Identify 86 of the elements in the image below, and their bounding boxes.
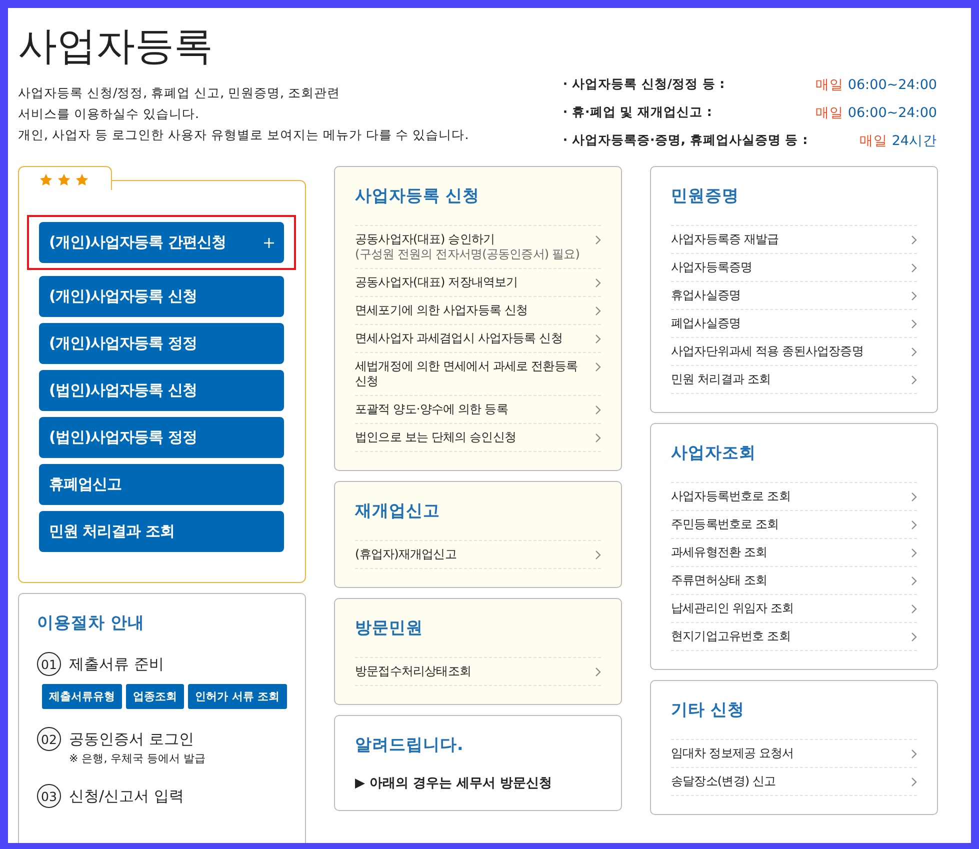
- step-number: 01: [37, 652, 61, 676]
- hours-value: 매일 24시간: [858, 132, 937, 150]
- step-number: 03: [37, 784, 61, 808]
- chevron-right-icon: [911, 777, 917, 787]
- card-title: 사업자등록 신청: [355, 185, 481, 207]
- menu-link[interactable]: 휴업사실증명: [671, 282, 917, 310]
- chevron-right-icon: [911, 492, 917, 502]
- menu-link[interactable]: 과세유형전환 조회: [671, 539, 917, 567]
- menu-link[interactable]: 송달장소(변경) 신고: [671, 768, 917, 796]
- description-text: 개인, 사업자 등 로그인한 사용자 유형별로 보여지는 메뉴가 다를 수 있습니다.: [18, 126, 469, 144]
- lookup-button[interactable]: 인허가 서류 조회: [188, 684, 287, 709]
- quick-menu-button[interactable]: (법인)사업자등록 정정: [39, 417, 284, 458]
- hours-value: 매일 06:00~24:00: [816, 76, 937, 94]
- lookup-button[interactable]: 제출서류유형: [42, 684, 122, 709]
- step-label: 공동인증서 로그인: [69, 730, 194, 748]
- chevron-right-icon: [911, 548, 917, 558]
- step-label: 신청/신고서 입력: [69, 786, 184, 806]
- quick-menu-button[interactable]: (개인)사업자등록 간편신청: [39, 222, 284, 263]
- menu-link[interactable]: 주류면허상태 조회: [671, 567, 917, 595]
- card-title: 이용절차 안내: [37, 612, 146, 634]
- step-label: 제출서류 준비: [69, 654, 164, 674]
- step-number: 02: [37, 727, 61, 751]
- chevron-right-icon: [911, 375, 917, 385]
- chevron-right-icon: [595, 306, 601, 316]
- hours-label: · 사업자등록증·증명, 휴폐업사실증명 등 :: [562, 132, 808, 149]
- chevron-right-icon: [911, 235, 917, 245]
- menu-link[interactable]: 포괄적 양도·양수에 의한 등록: [355, 396, 601, 424]
- chevron-right-icon: [911, 604, 917, 614]
- star-icon: [39, 173, 53, 187]
- chevron-right-icon: [911, 347, 917, 357]
- chevron-right-icon: [911, 632, 917, 642]
- chevron-right-icon: [911, 749, 917, 759]
- menu-link[interactable]: 폐업사실증명: [671, 310, 917, 338]
- chevron-right-icon: [595, 667, 601, 677]
- menu-link[interactable]: 면세사업자 과세겸업시 사업자등록 신청: [355, 325, 601, 353]
- lookup-button[interactable]: 업종조회: [126, 684, 184, 709]
- chevron-right-icon: [595, 235, 601, 245]
- menu-link[interactable]: 임대차 정보제공 요청서: [671, 740, 917, 768]
- hours-value: 매일 06:00~24:00: [816, 104, 937, 122]
- menu-link[interactable]: 현지기업고유번호 조회: [671, 623, 917, 651]
- chevron-right-icon: [911, 520, 917, 530]
- menu-link[interactable]: 납세관리인 위임자 조회: [671, 595, 917, 623]
- description-text: 서비스를 이용하실수 있습니다.: [18, 105, 200, 123]
- chevron-right-icon: [911, 319, 917, 329]
- menu-link[interactable]: 공동사업자(대표) 저장내역보기: [355, 269, 601, 297]
- chevron-right-icon: [595, 362, 601, 372]
- page-title: 사업자등록: [18, 23, 214, 71]
- menu-link[interactable]: 사업자등록증명: [671, 254, 917, 282]
- hours-label: · 사업자등록 신청/정정 등 :: [562, 76, 726, 93]
- chevron-right-icon: [595, 550, 601, 560]
- card-title: 기타 신청: [671, 699, 746, 721]
- card-title: 민원증명: [671, 185, 740, 207]
- chevron-right-icon: [595, 433, 601, 443]
- card-title: 알려드립니다.: [355, 734, 464, 756]
- menu-link[interactable]: 세법개정에 의한 면세에서 과세로 전환등록 신청: [355, 353, 601, 396]
- chevron-right-icon: [911, 263, 917, 273]
- menu-link[interactable]: 사업자등록증 재발급: [671, 226, 917, 254]
- card-title: 방문민원: [355, 617, 424, 639]
- menu-link[interactable]: 공동사업자(대표) 승인하기 (구성원 전원의 전자서명(공동인증서) 필요): [355, 226, 601, 269]
- menu-link[interactable]: 사업자단위과세 적용 종된사업장증명: [671, 338, 917, 366]
- quick-menu-button[interactable]: 민원 처리결과 조회: [39, 511, 284, 552]
- step-note: ※ 은행, 우체국 등에서 발급: [69, 751, 207, 766]
- card-title: 재개업신고: [355, 500, 441, 522]
- chevron-right-icon: [595, 334, 601, 344]
- chevron-right-icon: [911, 576, 917, 586]
- menu-link[interactable]: (휴업자)재개업신고: [355, 541, 601, 569]
- notice-text: ▶ 아래의 경우는 세무서 방문신청: [355, 775, 554, 792]
- quick-menu-button[interactable]: 휴폐업신고: [39, 464, 284, 505]
- chevron-right-icon: [595, 405, 601, 415]
- quick-menu-button[interactable]: (개인)사업자등록 정정: [39, 323, 284, 364]
- description-text: 사업자등록 신청/정정, 휴폐업 신고, 민원증명, 조회관련: [18, 84, 341, 102]
- plus-icon: [264, 238, 274, 248]
- menu-link[interactable]: 면세포기에 의한 사업자등록 신청: [355, 297, 601, 325]
- menu-link[interactable]: 법인으로 보는 단체의 승인신청: [355, 424, 601, 452]
- card-title: 사업자조회: [671, 442, 757, 464]
- menu-link[interactable]: 사업자등록번호로 조회: [671, 483, 917, 511]
- hours-label: · 휴·폐업 및 재개업신고 :: [562, 104, 713, 121]
- menu-link[interactable]: 방문접수처리상태조회: [355, 658, 601, 686]
- menu-link[interactable]: 민원 처리결과 조회: [671, 366, 917, 394]
- quick-menu-button[interactable]: (법인)사업자등록 신청: [39, 370, 284, 411]
- chevron-right-icon: [595, 278, 601, 288]
- star-icon: [57, 173, 71, 187]
- menu-link[interactable]: 주민등록번호로 조회: [671, 511, 917, 539]
- chevron-right-icon: [911, 291, 917, 301]
- star-icon: [75, 173, 89, 187]
- quick-menu-button[interactable]: (개인)사업자등록 신청: [39, 276, 284, 317]
